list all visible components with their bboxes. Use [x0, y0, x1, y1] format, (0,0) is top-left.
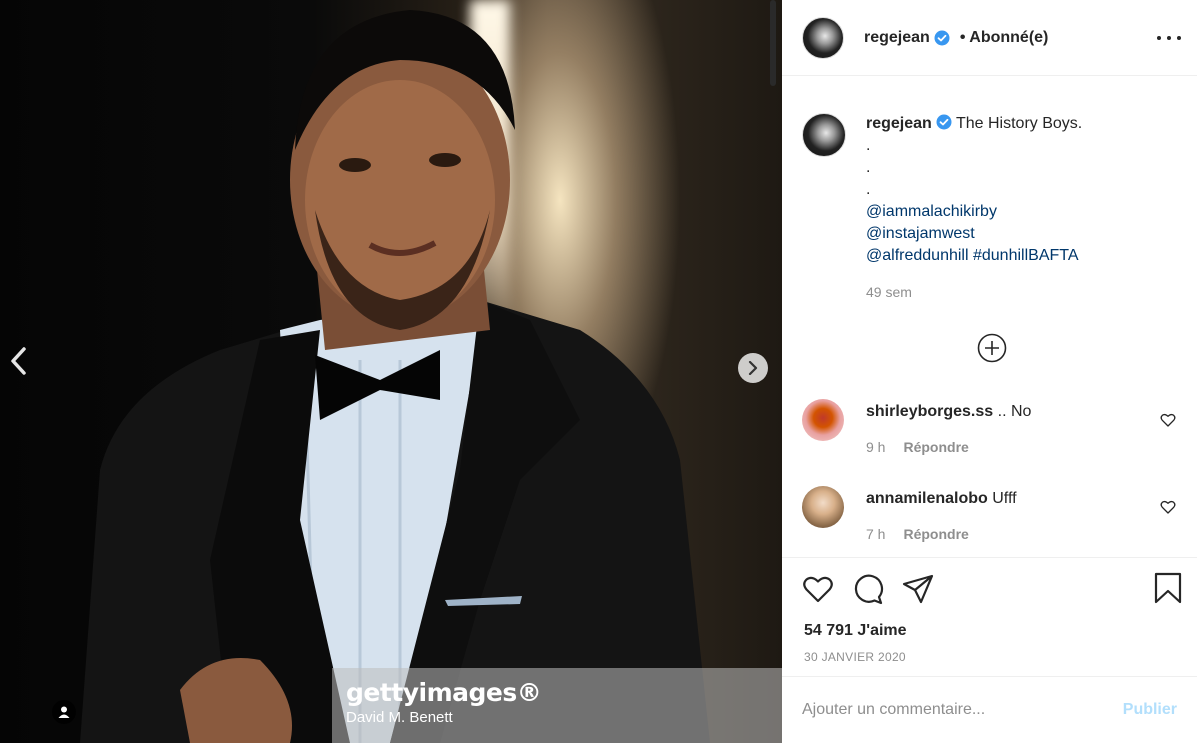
heart-icon[interactable]	[802, 573, 834, 605]
post-header: regejean • Abonné(e)	[782, 0, 1197, 76]
post-sidebar: regejean • Abonné(e) regejean The Histor…	[782, 0, 1197, 743]
caption-time[interactable]: 49 sem	[866, 281, 1082, 303]
user-tag-button[interactable]	[52, 700, 76, 724]
plus-circle-icon	[977, 333, 1007, 363]
caption-body: regejean The History Boys. . . . @iammal…	[866, 113, 1082, 303]
caption-username[interactable]: regejean	[866, 115, 932, 132]
comment-like-icon[interactable]	[1160, 412, 1176, 428]
comment-like-icon[interactable]	[1160, 499, 1176, 515]
mention-link[interactable]: @instajamwest	[866, 223, 1082, 245]
author-username[interactable]: regejean	[864, 29, 930, 47]
post-actions: 54 791 J'aime 30 JANVIER 2020	[782, 557, 1197, 664]
load-more-comments-button[interactable]	[977, 333, 1007, 363]
action-bar	[782, 558, 1197, 620]
watermark-credit: David M. Benett	[346, 709, 453, 726]
commenter-avatar[interactable]	[802, 486, 844, 528]
reply-button[interactable]: Répondre	[903, 526, 968, 542]
chevron-right-icon	[748, 361, 758, 375]
more-dot	[1177, 36, 1181, 40]
reply-button[interactable]: Répondre	[903, 439, 968, 455]
watermark-brand: gettyimages®	[346, 678, 542, 707]
comment-item: shirleyborges.ss .. No 9 h Répondre	[802, 399, 1182, 469]
comment-meta: 7 h Répondre	[866, 526, 969, 542]
commenter-avatar[interactable]	[802, 399, 844, 441]
comments-section[interactable]: regejean The History Boys. . . . @iammal…	[782, 77, 1197, 557]
user-tag-icon	[58, 706, 70, 718]
comment-item: annamilenalobo Ufff 7 h Répondre	[802, 486, 1182, 556]
caption-last-line: @alfreddunhill #dunhillBAFTA	[866, 245, 1082, 267]
media-scrollbar[interactable]	[770, 0, 776, 86]
comment-icon[interactable]	[852, 573, 884, 605]
post-caption: regejean The History Boys. . . . @iammal…	[802, 113, 1182, 303]
chevron-left-icon	[11, 347, 26, 375]
mention-link[interactable]: @alfreddunhill	[866, 247, 969, 264]
caption-line: regejean The History Boys.	[866, 113, 1082, 135]
caption-text: The History Boys.	[955, 115, 1083, 132]
verified-badge-icon	[936, 114, 952, 130]
comment-time[interactable]: 9 h	[866, 439, 885, 455]
mention-link[interactable]: @iammalachikirby	[866, 201, 1082, 223]
bookmark-icon[interactable]	[1153, 572, 1183, 604]
getty-watermark: gettyimages® David M. Benett	[332, 668, 782, 743]
publish-button[interactable]: Publier	[1123, 701, 1177, 719]
post-date[interactable]: 30 JANVIER 2020	[782, 650, 1197, 664]
hashtag-link[interactable]: #dunhillBAFTA	[973, 247, 1079, 264]
follow-status[interactable]: • Abonné(e)	[960, 29, 1049, 47]
like-count[interactable]: 54 791 J'aime	[782, 620, 1197, 642]
post-photo	[60, 0, 760, 743]
author-info: regejean • Abonné(e)	[864, 29, 1048, 47]
comment-text: annamilenalobo Ufff	[866, 488, 1017, 510]
comment-username[interactable]: annamilenalobo	[866, 490, 988, 507]
previous-button[interactable]	[4, 344, 34, 378]
comment-body: Ufff	[992, 490, 1017, 507]
more-dot	[1167, 36, 1171, 40]
comment-time[interactable]: 7 h	[866, 526, 885, 542]
share-icon[interactable]	[902, 573, 934, 605]
post-media[interactable]: gettyimages® David M. Benett	[0, 0, 782, 743]
add-comment-bar: Publier	[782, 676, 1197, 743]
more-options-button[interactable]	[1157, 28, 1181, 48]
next-button[interactable]	[738, 353, 768, 383]
caption-dot: .	[866, 181, 871, 198]
comment-body: .. No	[997, 403, 1032, 420]
comment-username[interactable]: shirleyborges.ss	[866, 403, 993, 420]
comment-meta: 9 h Répondre	[866, 439, 969, 455]
caption-dot: .	[866, 137, 871, 154]
caption-avatar[interactable]	[802, 113, 846, 157]
author-avatar[interactable]	[802, 16, 844, 59]
verified-badge-icon	[934, 30, 950, 45]
comment-text: shirleyborges.ss .. No	[866, 401, 1031, 423]
more-horizontal-icon	[1157, 36, 1161, 40]
comment-input[interactable]	[802, 701, 1123, 719]
caption-dot: .	[866, 159, 871, 176]
